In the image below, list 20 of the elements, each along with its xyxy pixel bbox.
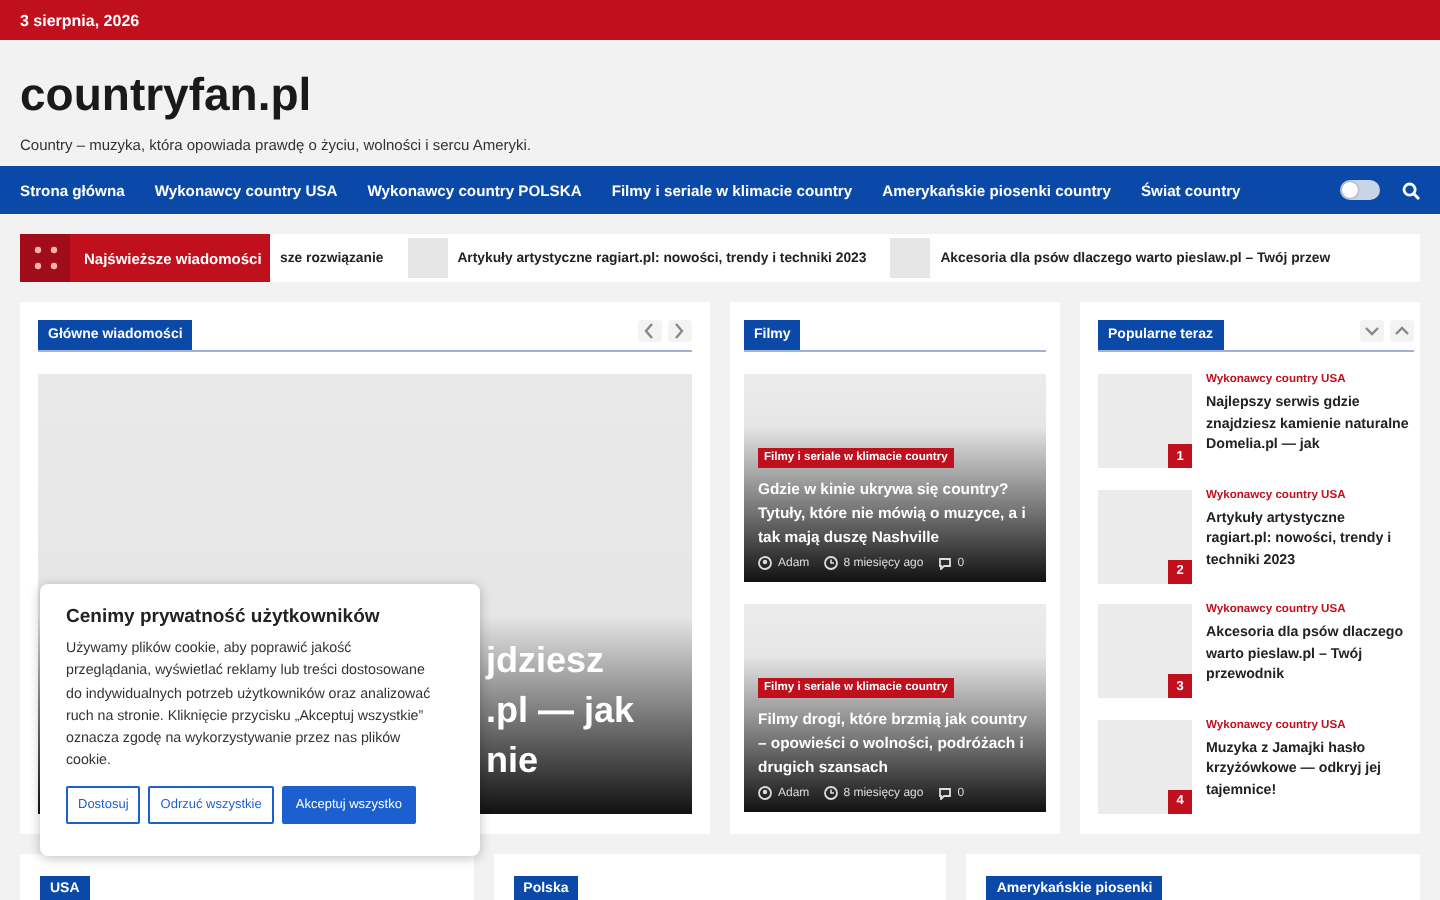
chevron-up-button[interactable] bbox=[1390, 320, 1414, 342]
chevron-down-button[interactable] bbox=[1360, 320, 1384, 342]
theme-toggle[interactable] bbox=[1340, 180, 1380, 200]
chevron-right-button[interactable] bbox=[668, 320, 692, 342]
dots-icon bbox=[33, 246, 57, 270]
slide-headline[interactable]: .pl — jak bbox=[486, 686, 635, 736]
chevron-up-icon bbox=[1392, 322, 1412, 340]
comment-icon bbox=[937, 556, 952, 570]
slide-headline[interactable]: nie bbox=[486, 736, 635, 786]
user-icon bbox=[758, 556, 772, 570]
site-title[interactable]: countryfan.pl bbox=[20, 68, 312, 120]
chevron-left-button[interactable] bbox=[638, 320, 662, 342]
clock-icon bbox=[823, 556, 838, 570]
user-icon bbox=[758, 786, 772, 800]
chevron-down-icon bbox=[1362, 322, 1382, 340]
search-icon bbox=[1402, 181, 1420, 199]
comment-icon bbox=[937, 786, 952, 800]
dialog-title: Cenimy prywatność użytkowników bbox=[66, 606, 382, 628]
clock-icon bbox=[823, 786, 838, 800]
date-text: 3 sierpnia, 2026 bbox=[20, 11, 140, 29]
